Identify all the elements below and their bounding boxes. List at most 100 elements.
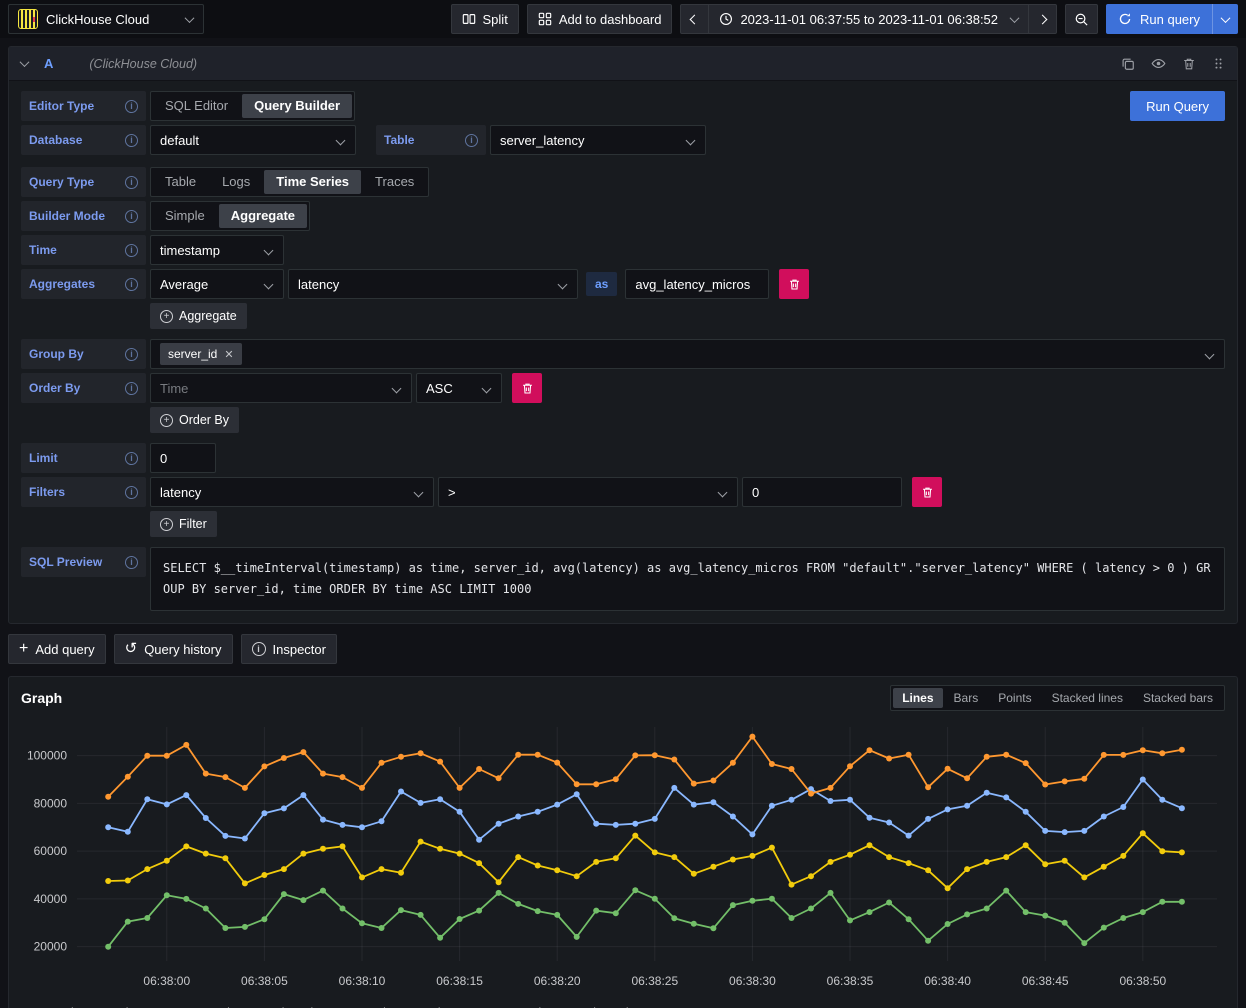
table-select[interactable]: server_latency bbox=[490, 125, 706, 155]
info-icon[interactable] bbox=[125, 244, 138, 257]
trash-icon bbox=[921, 486, 934, 499]
option-table[interactable]: Table bbox=[153, 170, 208, 194]
run-query-button[interactable]: Run query bbox=[1106, 12, 1212, 27]
info-icon[interactable] bbox=[125, 452, 138, 465]
graph-canvas[interactable]: 2000040000600008000010000006:38:0006:38:… bbox=[21, 713, 1225, 1003]
query-header-actions bbox=[1121, 56, 1225, 71]
option-stacked-bars[interactable]: Stacked bars bbox=[1134, 688, 1222, 708]
filter-value-input[interactable]: 0 bbox=[742, 477, 902, 507]
filter-operator-value: > bbox=[448, 485, 456, 500]
history-icon: ↺ bbox=[125, 641, 138, 656]
sql-preview-label: SQL Preview bbox=[21, 547, 146, 577]
aggregate-column-select[interactable]: latency bbox=[288, 269, 578, 299]
remove-order-by-button[interactable] bbox=[512, 373, 542, 403]
refresh-icon bbox=[1118, 12, 1132, 26]
option-lines[interactable]: Lines bbox=[893, 688, 942, 708]
split-button[interactable]: Split bbox=[451, 4, 519, 34]
info-icon[interactable] bbox=[125, 348, 138, 361]
svg-text:06:38:20: 06:38:20 bbox=[534, 974, 581, 988]
trash-icon bbox=[788, 278, 801, 291]
svg-text:06:38:05: 06:38:05 bbox=[241, 974, 288, 988]
limit-input[interactable]: 0 bbox=[150, 443, 216, 473]
chevron-down-icon bbox=[185, 13, 195, 23]
option-time-series[interactable]: Time Series bbox=[264, 170, 361, 194]
database-select[interactable]: default bbox=[150, 125, 356, 155]
remove-chip-icon[interactable]: ✕ bbox=[224, 348, 233, 361]
time-back-button[interactable] bbox=[680, 4, 709, 34]
database-label: Database bbox=[21, 125, 146, 155]
chevron-down-icon bbox=[1221, 13, 1231, 23]
datasource-picker[interactable]: ClickHouse Cloud bbox=[8, 4, 204, 34]
toggle-visibility-eye-icon[interactable] bbox=[1151, 56, 1166, 71]
option-simple[interactable]: Simple bbox=[153, 204, 217, 228]
collapse-chevron-icon[interactable] bbox=[20, 57, 30, 67]
filter-column-value: latency bbox=[160, 485, 201, 500]
add-filter-button[interactable]: Filter bbox=[150, 511, 217, 537]
database-table-row: Database default Table server_latency bbox=[21, 125, 1225, 155]
aggregate-alias-input[interactable]: avg_latency_micros bbox=[625, 269, 769, 299]
time-range-button[interactable]: 2023-11-01 06:37:55 to 2023-11-01 06:38:… bbox=[708, 4, 1029, 34]
remove-filter-button[interactable] bbox=[912, 477, 942, 507]
info-circle-icon bbox=[252, 642, 266, 656]
svg-text:06:38:25: 06:38:25 bbox=[631, 974, 678, 988]
order-by-direction-select[interactable]: ASC bbox=[416, 373, 502, 403]
run-query-split-button: Run query bbox=[1106, 4, 1238, 34]
option-sql-editor[interactable]: SQL Editor bbox=[153, 94, 240, 118]
filter-operator-select[interactable]: > bbox=[438, 477, 738, 507]
dashboard-grid-icon bbox=[538, 12, 552, 26]
option-query-builder[interactable]: Query Builder bbox=[242, 94, 352, 118]
add-order-by-button[interactable]: Order By bbox=[150, 407, 239, 433]
aggregate-column-value: latency bbox=[298, 277, 339, 292]
add-aggregate-button[interactable]: Aggregate bbox=[150, 303, 247, 329]
info-icon[interactable] bbox=[125, 210, 138, 223]
zoom-out-button[interactable] bbox=[1065, 4, 1098, 34]
builder-mode-toggle: SimpleAggregate bbox=[150, 201, 310, 231]
info-icon[interactable] bbox=[125, 100, 138, 113]
group-by-multiselect[interactable]: server_id✕ bbox=[150, 339, 1225, 369]
duplicate-query-icon[interactable] bbox=[1121, 57, 1135, 71]
graph-header: Graph LinesBarsPointsStacked linesStacke… bbox=[21, 685, 1225, 711]
inspector-button[interactable]: Inspector bbox=[241, 634, 337, 664]
query-ref-id[interactable]: A bbox=[44, 56, 53, 71]
filter-column-select[interactable]: latency bbox=[150, 477, 434, 507]
delete-query-trash-icon[interactable] bbox=[1182, 57, 1196, 71]
info-icon[interactable] bbox=[125, 382, 138, 395]
time-column-select[interactable]: timestamp bbox=[150, 235, 284, 265]
order-by-field-select[interactable]: Time bbox=[150, 373, 412, 403]
query-builder-form: Editor Type SQL EditorQuery Builder Run … bbox=[9, 81, 1237, 623]
remove-aggregate-button[interactable] bbox=[779, 269, 809, 299]
option-aggregate[interactable]: Aggregate bbox=[219, 204, 307, 228]
add-order-by-label: Order By bbox=[179, 413, 229, 427]
info-icon[interactable] bbox=[125, 556, 138, 569]
order-by-row: Order By Time ASC bbox=[21, 373, 1225, 403]
add-to-dashboard-button[interactable]: Add to dashboard bbox=[527, 4, 673, 34]
table-label: Table bbox=[376, 125, 486, 155]
add-query-button[interactable]: + Add query bbox=[8, 634, 106, 664]
query-history-button[interactable]: ↺ Query history bbox=[114, 634, 233, 664]
info-icon[interactable] bbox=[125, 134, 138, 147]
time-forward-button[interactable] bbox=[1028, 4, 1057, 34]
option-points[interactable]: Points bbox=[989, 688, 1040, 708]
sql-preview-row: SQL Preview SELECT $__timeInterval(times… bbox=[21, 547, 1225, 611]
option-bars[interactable]: Bars bbox=[945, 688, 988, 708]
drag-handle-icon[interactable] bbox=[1212, 57, 1225, 70]
info-icon[interactable] bbox=[125, 176, 138, 189]
option-logs[interactable]: Logs bbox=[210, 170, 262, 194]
time-column-value: timestamp bbox=[160, 243, 220, 258]
split-icon bbox=[462, 12, 476, 26]
option-traces[interactable]: Traces bbox=[363, 170, 426, 194]
option-stacked-lines[interactable]: Stacked lines bbox=[1043, 688, 1132, 708]
svg-text:80000: 80000 bbox=[34, 796, 68, 810]
info-icon[interactable] bbox=[125, 486, 138, 499]
limit-row: Limit 0 bbox=[21, 443, 1225, 473]
info-icon[interactable] bbox=[465, 134, 478, 147]
aggregate-function-value: Average bbox=[160, 277, 208, 292]
aggregate-function-select[interactable]: Average bbox=[150, 269, 284, 299]
run-query-editor-button[interactable]: Run Query bbox=[1130, 91, 1225, 121]
split-label: Split bbox=[483, 12, 508, 27]
query-datasource-hint: (ClickHouse Cloud) bbox=[89, 57, 197, 71]
limit-label: Limit bbox=[21, 443, 146, 473]
info-icon[interactable] bbox=[125, 278, 138, 291]
filter-value: 0 bbox=[752, 485, 759, 500]
run-query-caret-button[interactable] bbox=[1212, 4, 1238, 34]
